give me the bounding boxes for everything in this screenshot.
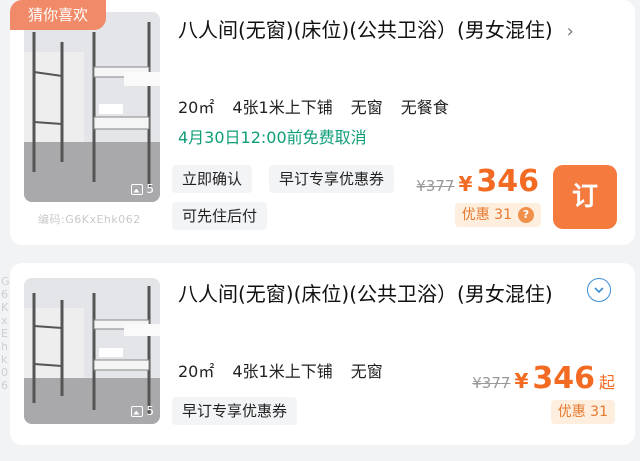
price-block: ¥377 ¥ 346 起 — [472, 361, 615, 396]
room-photo[interactable]: 5 — [24, 12, 160, 202]
room-photo[interactable]: 5 — [24, 278, 160, 424]
spec-meal: 无餐食 — [400, 98, 449, 117]
original-price: ¥377 — [472, 374, 511, 392]
image-count: 5 — [131, 182, 154, 196]
spec-window: 无窗 — [350, 98, 383, 117]
discount-text: 优惠 31 — [557, 404, 608, 420]
discount-badge[interactable]: 优惠 31 — [550, 400, 615, 424]
recommend-badge: 猜你喜欢 — [10, 0, 106, 30]
price-suffix: 起 — [598, 373, 615, 392]
room-specs: 20㎡ 4张1米上下铺 无窗 无餐食 — [178, 94, 449, 118]
tag-early-coupon[interactable]: 早订专享优惠券 — [269, 165, 395, 193]
chevron-right-icon[interactable]: › — [567, 21, 574, 42]
spec-area: 20㎡ — [178, 98, 215, 117]
room-title[interactable]: 八人间(无窗)(床位)(公共卫浴）(男女混住) › — [178, 14, 598, 48]
spec-area: 20㎡ — [178, 362, 215, 381]
tag-pay-later: 可先住后付 — [172, 202, 268, 230]
current-price: 346 — [476, 164, 539, 199]
image-icon — [131, 405, 144, 417]
room-card[interactable]: 5 八人间(无窗)(床位)(公共卫浴）(男女混住) 20㎡ 4张1米上下铺 无窗… — [10, 263, 635, 445]
current-price: 346 — [532, 361, 595, 396]
image-icon — [131, 183, 144, 195]
bunk-bed-illustration — [24, 12, 160, 202]
book-button[interactable]: 订 — [553, 165, 617, 229]
room-specs: 20㎡ 4张1米上下铺 无窗 — [178, 358, 383, 382]
spec-beds: 4张1米上下铺 — [232, 98, 333, 117]
tag-early-coupon[interactable]: 早订专享优惠券 — [172, 397, 298, 425]
spec-beds: 4张1米上下铺 — [232, 362, 333, 381]
image-count-value: 5 — [146, 404, 154, 418]
bunk-bed-illustration — [24, 278, 160, 424]
room-title-text: 八人间(无窗)(床位)(公共卫浴）(男女混住) — [178, 18, 553, 42]
room-title[interactable]: 八人间(无窗)(床位)(公共卫浴）(男女混住) — [178, 278, 598, 310]
currency-symbol: ¥ — [458, 172, 473, 196]
discount-badge[interactable]: 优惠 31 ? — [454, 203, 541, 227]
photo-code-watermark: 编码:G6KxEhk062 — [38, 213, 141, 226]
spec-window: 无窗 — [350, 362, 383, 381]
room-card[interactable]: 5 猜你喜欢 编码:G6KxEhk062 八人间(无窗)(床位)(公共卫浴）(男… — [10, 0, 635, 245]
tag-instant-confirm: 立即确认 — [172, 165, 253, 193]
question-icon[interactable]: ? — [518, 207, 534, 223]
price-block: ¥377 ¥ 346 — [416, 164, 539, 199]
original-price: ¥377 — [416, 177, 455, 195]
free-cancel-policy: 4月30日12:00前免费取消 — [178, 128, 367, 147]
image-count-value: 5 — [146, 182, 154, 196]
currency-symbol: ¥ — [514, 369, 529, 393]
chevron-down-circle-icon[interactable] — [587, 278, 611, 302]
discount-text: 优惠 31 — [461, 207, 512, 223]
image-count: 5 — [131, 404, 154, 418]
